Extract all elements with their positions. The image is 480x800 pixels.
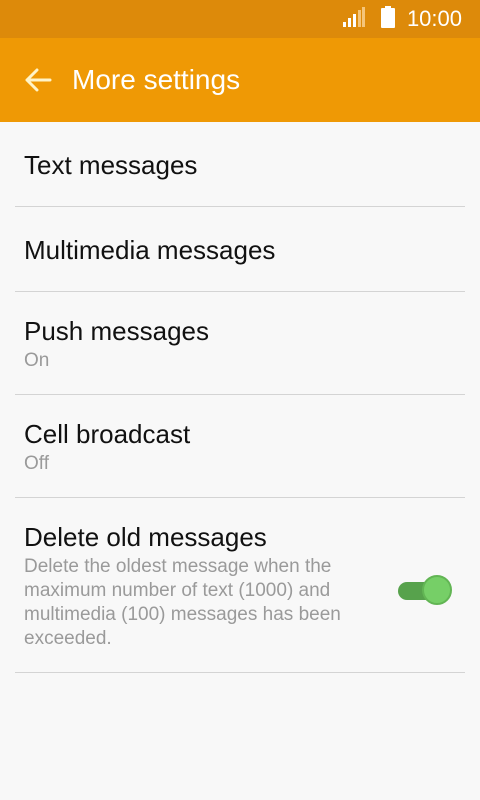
setting-value: On (24, 349, 50, 371)
setting-multimedia-messages[interactable]: Multimedia messages (0, 207, 480, 292)
setting-title: Push messages (24, 315, 209, 346)
setting-title: Delete old messages (24, 521, 267, 552)
setting-push-messages[interactable]: Push messages On (0, 292, 480, 395)
signal-icon (342, 6, 365, 32)
status-bar: 10:00 (0, 0, 480, 38)
setting-title: Multimedia messages (24, 234, 276, 265)
setting-value: Off (24, 452, 49, 474)
setting-text-block: Delete old messages Delete the oldest me… (24, 521, 379, 651)
setting-cell-broadcast[interactable]: Cell broadcast Off (0, 395, 480, 498)
page-title: More settings (72, 64, 241, 95)
toggle-knob (422, 575, 452, 605)
settings-list: Text messages Multimedia messages Push m… (0, 122, 480, 673)
setting-text-messages[interactable]: Text messages (0, 122, 480, 207)
delete-old-messages-toggle[interactable] (396, 574, 454, 608)
status-clock: 10:00 (406, 6, 462, 31)
back-button[interactable] (18, 60, 58, 100)
app-bar: More settings (0, 38, 480, 122)
back-arrow-icon (25, 68, 52, 92)
setting-title: Cell broadcast (24, 418, 191, 449)
setting-delete-old-messages[interactable]: Delete old messages Delete the oldest me… (0, 498, 480, 673)
setting-description: Delete the oldest message when the maxim… (24, 555, 341, 649)
setting-title: Text messages (24, 149, 198, 180)
battery-icon (380, 5, 395, 33)
